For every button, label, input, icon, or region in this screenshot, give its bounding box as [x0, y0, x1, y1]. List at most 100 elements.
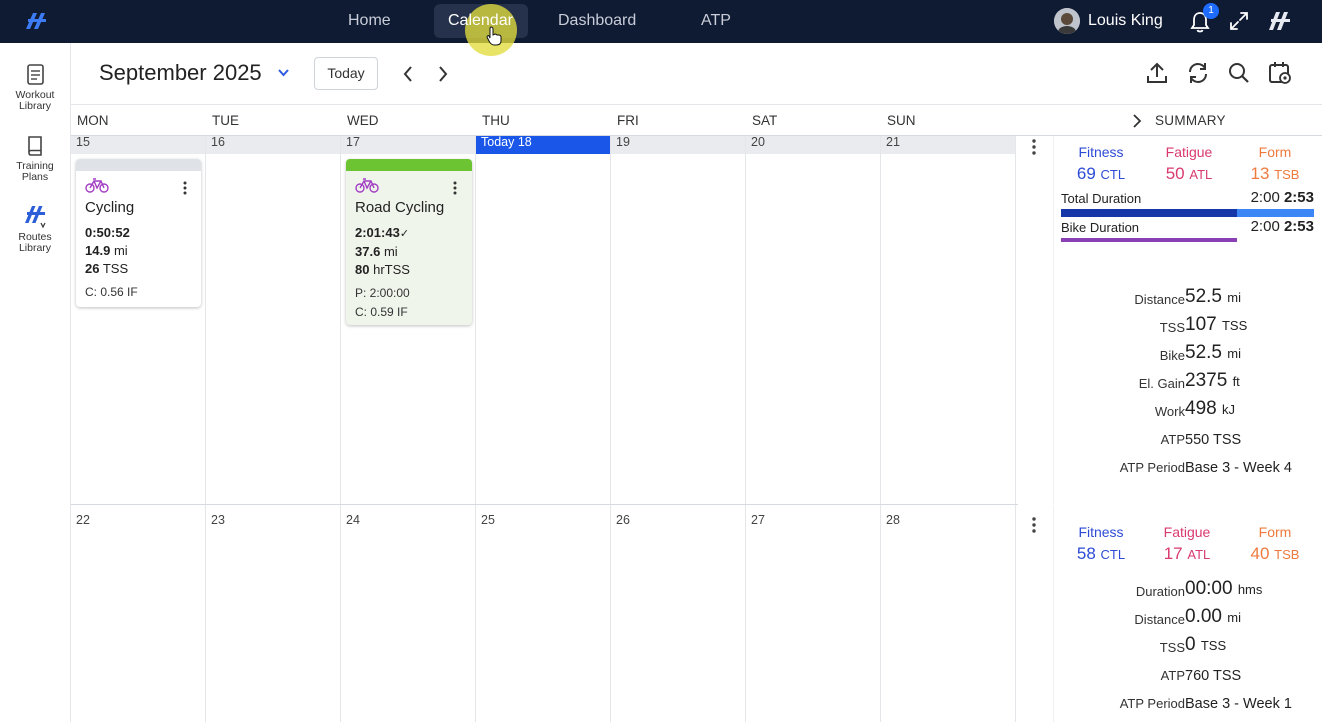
day-cell[interactable]: 22: [71, 505, 206, 722]
form-value: 13 TSB: [1230, 164, 1320, 184]
day-cell[interactable]: 16: [206, 136, 341, 504]
month-title[interactable]: September 2025: [99, 60, 262, 86]
left-sidebar: Workout Library Training Plans Routes Li…: [0, 43, 71, 722]
more-vertical-icon[interactable]: [1032, 139, 1036, 155]
weekday-thu: THU: [482, 113, 510, 128]
chevron-left-icon[interactable]: [400, 64, 416, 84]
total-duration-row: Total Duration 2:00 2:53: [1061, 189, 1314, 206]
total-duration-values: 2:00 2:53: [1251, 189, 1314, 206]
card-color-bar: [76, 159, 201, 171]
calendar-settings-icon[interactable]: [1267, 60, 1293, 86]
fitness-number: 58: [1076, 544, 1096, 563]
stat-work: Work 498 kJ: [1054, 398, 1322, 422]
workout-if: C: 0.59 IF: [355, 305, 408, 319]
stat-key: TSS: [1159, 640, 1185, 655]
upload-icon[interactable]: [1144, 60, 1170, 86]
weekday-fri: FRI: [617, 113, 639, 128]
workout-tss: 26 TSS: [85, 260, 193, 278]
today-button[interactable]: Today: [314, 57, 378, 90]
sidebar-label-line2: Library: [18, 100, 52, 112]
sync-icon[interactable]: [1185, 60, 1211, 86]
day-cell[interactable]: 26: [611, 505, 746, 722]
app-logo-icon[interactable]: [24, 9, 50, 33]
form-metric: Form 13 TSB: [1230, 144, 1320, 184]
day-cell[interactable]: 21: [881, 136, 1016, 504]
stat-value: 52.5 mi: [1185, 286, 1241, 308]
chevron-right-icon[interactable]: [1131, 113, 1143, 129]
stat-key: ATP: [1160, 668, 1185, 683]
stat-distance: Distance 0.00 mi: [1054, 606, 1322, 630]
bike-duration-values: 2:00 2:53: [1251, 218, 1314, 235]
form-value: 40 TSB: [1230, 544, 1320, 564]
avatar[interactable]: [1054, 8, 1080, 34]
day-cell[interactable]: 20: [746, 136, 881, 504]
more-vertical-icon[interactable]: [453, 181, 457, 195]
workout-planned: P: 2:00:00: [355, 286, 410, 300]
form-number: 40: [1250, 544, 1270, 563]
stat-key: Bike: [1159, 348, 1185, 363]
chevron-right-icon[interactable]: [435, 64, 451, 84]
stat-number: 0.00: [1185, 606, 1222, 627]
day-cell[interactable]: 27: [746, 505, 881, 722]
day-cell-today[interactable]: Today 18: [476, 136, 611, 504]
day-number: 17: [346, 135, 360, 149]
fatigue-metric: Fatigue 50 ATL: [1144, 144, 1234, 184]
sidebar-item-training-plans[interactable]: Training Plans: [0, 134, 70, 183]
workout-duration: 2:01:43✓: [355, 224, 464, 243]
search-icon[interactable]: [1226, 60, 1252, 86]
sidebar-label-line2: Plans: [21, 171, 49, 183]
day-cell[interactable]: 19: [611, 136, 746, 504]
stat-unit: hms: [1237, 582, 1263, 597]
day-cell[interactable]: 24: [341, 505, 476, 722]
week-1-summary: Fitness 69 CTL Fatigue 50 ATL Form 13 TS…: [1053, 136, 1322, 504]
day-header-strip: 21: [881, 136, 1015, 154]
fatigue-number: 17: [1163, 544, 1183, 563]
nav-atp[interactable]: ATP: [687, 4, 745, 38]
day-number: 26: [616, 513, 630, 527]
training-plans-icon: [28, 136, 42, 156]
workout-if: C: 0.56 IF: [85, 285, 138, 299]
day-cell[interactable]: 23: [206, 505, 341, 722]
more-vertical-icon[interactable]: [1032, 517, 1036, 533]
stat-key: Work: [1154, 404, 1185, 419]
tss-value: 80: [355, 262, 370, 277]
day-cell[interactable]: 28: [881, 505, 1016, 722]
workout-title: Cycling: [85, 199, 135, 216]
workout-tss: 80 hrTSS: [355, 261, 464, 279]
expand-icon[interactable]: [1228, 10, 1250, 32]
sidebar-item-routes-library[interactable]: Routes Library: [0, 203, 70, 254]
day-number: 25: [481, 513, 495, 527]
day-number: 19: [616, 135, 630, 149]
fitness-label: Fitness: [1078, 524, 1124, 540]
bike-duration-completed: 2:53: [1283, 218, 1314, 235]
stat-unit: TSS: [1200, 638, 1227, 653]
fatigue-label: Fatigue: [1163, 524, 1211, 540]
form-number: 13: [1250, 164, 1270, 183]
stat-number: 52.5: [1185, 286, 1222, 307]
sidebar-item-workout-library[interactable]: Workout Library: [0, 63, 70, 112]
user-name[interactable]: Louis King: [1088, 4, 1163, 38]
sidebar-label-line2: Library: [18, 242, 52, 254]
workout-card-road-cycling[interactable]: Road Cycling 2:01:43✓ 37.6 mi 80 hrTSS P…: [346, 159, 472, 325]
workout-card-cycling[interactable]: Cycling 0:50:52 14.9 mi 26 TSS C: 0.56 I…: [76, 159, 201, 307]
chevron-down-icon[interactable]: [277, 68, 290, 78]
day-number: 22: [76, 513, 90, 527]
fatigue-number: 50: [1165, 164, 1185, 183]
fatigue-value: 17 ATL: [1142, 544, 1232, 564]
nav-home[interactable]: Home: [334, 4, 405, 38]
stat-number: 0: [1185, 634, 1196, 655]
more-vertical-icon[interactable]: [183, 181, 187, 195]
nav-dashboard[interactable]: Dashboard: [544, 4, 650, 38]
brand-logo-icon[interactable]: [1266, 8, 1294, 34]
stat-key: ATP Period: [1119, 696, 1185, 711]
fitness-number: 69: [1076, 164, 1096, 183]
day-number: 24: [346, 513, 360, 527]
stat-value: 2375 ft: [1185, 370, 1240, 392]
bike-duration-bar: [1061, 238, 1237, 242]
day-cell[interactable]: 25: [476, 505, 611, 722]
fitness-label: Fitness: [1078, 144, 1124, 160]
fatigue-value: 50 ATL: [1144, 164, 1234, 184]
day-header-strip: 16: [206, 136, 340, 154]
summary-title: SUMMARY: [1155, 113, 1226, 128]
stat-atp-period: ATP Period Base 3 - Week 1: [1054, 692, 1322, 714]
